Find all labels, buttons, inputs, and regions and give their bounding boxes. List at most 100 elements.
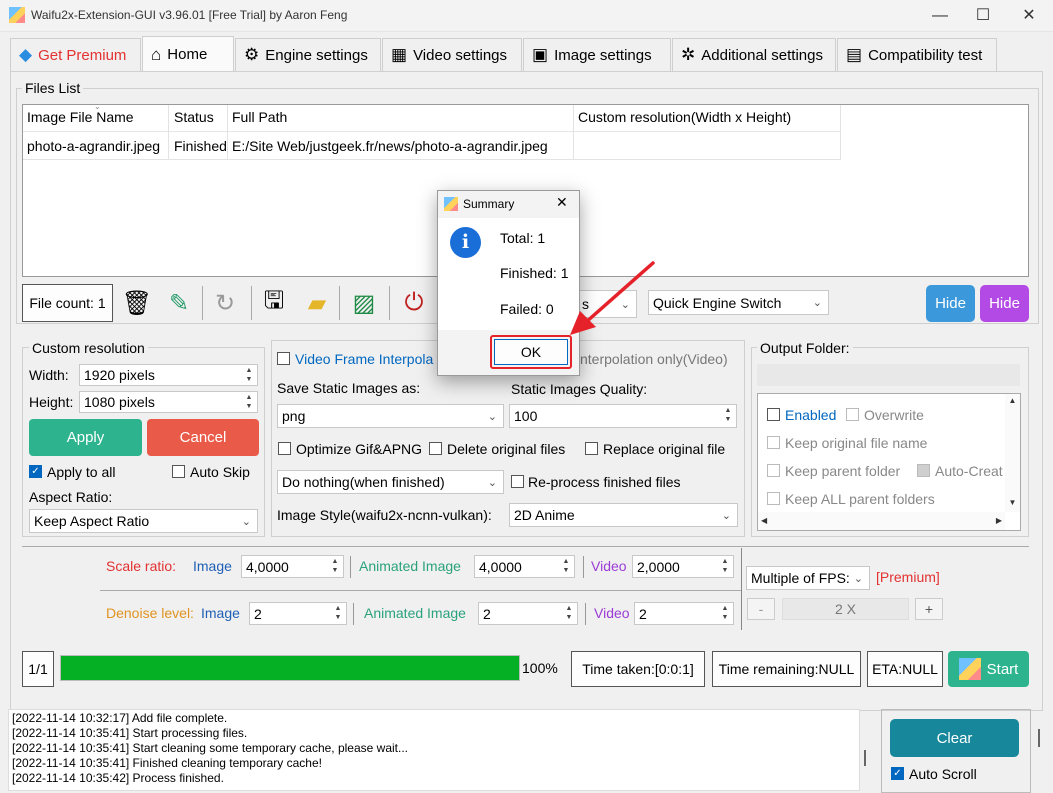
tab-image-settings[interactable]: ▣ Image settings <box>523 38 671 71</box>
trash-icon[interactable]: 🗑 <box>119 285 155 321</box>
column-header[interactable]: Status <box>174 109 214 125</box>
scale-anim-input[interactable]: 4,0000 ▲ ▼ <box>474 555 575 578</box>
optimize-gif-checkbox[interactable] <box>278 442 291 455</box>
overwrite-checkbox[interactable] <box>846 408 859 421</box>
spin-arrows-icon[interactable]: ▲ ▼ <box>719 557 731 575</box>
spin-arrows-icon[interactable]: ▲ ▼ <box>243 366 255 384</box>
clapper-icon: ▦ <box>391 45 408 64</box>
denoise-video-input[interactable]: 2 ▲ ▼ <box>634 602 734 625</box>
column-header[interactable]: Custom resolution(Width x Height) <box>578 109 791 125</box>
tab-home[interactable]: ⌂ Home <box>142 36 234 72</box>
fps-minus-button[interactable]: - <box>747 598 775 620</box>
width-value: 1920 pixels <box>84 367 155 383</box>
spin-arrows-icon[interactable]: ▲ ▼ <box>719 604 731 622</box>
quick-engine-switch[interactable]: Quick Engine Switch ⌄ <box>648 290 829 315</box>
denoise-anim-label: Animated Image <box>364 605 466 621</box>
delete-original-checkbox[interactable] <box>429 442 442 455</box>
save-icon[interactable]: 🖫 <box>256 285 292 321</box>
save-as-combo[interactable]: png ⌄ <box>277 404 504 428</box>
chevron-down-icon: ⌄ <box>853 572 863 585</box>
overwrite-label: Overwrite <box>864 407 924 423</box>
eraser-icon[interactable]: ✎ <box>161 285 197 321</box>
spin-arrows-icon[interactable]: ▲ ▼ <box>243 393 255 411</box>
column-header[interactable]: Image File Name <box>27 109 134 125</box>
tab-video-settings[interactable]: ▦ Video settings <box>382 38 522 71</box>
spin-arrows-icon[interactable]: ▲ ▼ <box>332 604 344 622</box>
quality-input[interactable]: 100 ▲ ▼ <box>509 404 737 428</box>
ok-button[interactable]: OK <box>494 339 568 365</box>
tab-engine-settings[interactable]: ⚙ Engine settings <box>235 38 381 71</box>
finish-action-combo[interactable]: Do nothing(when finished) ⌄ <box>277 470 504 494</box>
denoise-image-input[interactable]: 2 ▲ ▼ <box>249 602 347 625</box>
keep-parent-checkbox[interactable] <box>767 464 780 477</box>
vertical-scrollbar[interactable]: ▲ ▼ <box>1005 394 1020 512</box>
fps-plus-button[interactable]: + <box>915 598 943 620</box>
info-icon: i <box>450 227 481 258</box>
close-button[interactable]: ✕ <box>1006 0 1052 32</box>
reprocess-checkbox[interactable] <box>511 475 524 488</box>
spin-arrows-icon[interactable]: ▲ ▼ <box>329 557 341 575</box>
table-cell[interactable]: Finished <box>174 138 227 154</box>
tab-additional-settings[interactable]: ✲ Additional settings <box>672 38 836 71</box>
fps-combo[interactable]: Multiple of FPS: ⌄ <box>746 566 870 590</box>
keep-name-label: Keep original file name <box>785 435 928 451</box>
image-style-combo[interactable]: 2D Anime ⌄ <box>509 503 738 527</box>
finish-action-value: Do nothing(when finished) <box>282 474 445 490</box>
log-scrollbar[interactable] <box>864 750 866 766</box>
horizontal-scrollbar[interactable]: ◀ ▶ <box>758 512 1005 530</box>
tab-compatibility-test[interactable]: ▤ Compatibility test <box>837 38 997 71</box>
maximize-button[interactable]: ☐ <box>960 0 1006 32</box>
denoise-image-value: 2 <box>254 605 262 622</box>
table-cell[interactable]: photo-a-agrandir.jpeg <box>27 138 160 154</box>
aspect-ratio-combo[interactable]: Keep Aspect Ratio ⌄ <box>29 509 258 533</box>
start-button[interactable]: Start <box>948 651 1029 687</box>
apply-to-all-checkbox[interactable]: ✓ <box>29 465 42 478</box>
apply-button[interactable]: Apply <box>29 419 142 456</box>
scale-anim-label: Animated Image <box>359 558 461 574</box>
tab-label: Compatibility test <box>868 46 983 64</box>
spin-arrows-icon[interactable]: ▲ ▼ <box>563 604 575 622</box>
scale-image-input[interactable]: 4,0000 ▲ ▼ <box>241 555 344 578</box>
tab-label: Image settings <box>554 46 652 64</box>
width-input[interactable]: 1920 pixels ▲ ▼ <box>79 364 258 386</box>
output-folder-title: Output Folder: <box>757 340 853 356</box>
auto-create-checkbox[interactable] <box>917 464 930 477</box>
right-scrollbar[interactable] <box>1038 729 1040 747</box>
scale-video-input[interactable]: 2,0000 ▲ ▼ <box>632 555 734 578</box>
vfi-checkbox[interactable] <box>277 352 290 365</box>
chevron-down-icon: ⌄ <box>721 509 731 522</box>
premium-label: [Premium] <box>876 569 940 585</box>
cancel-button[interactable]: Cancel <box>147 419 259 456</box>
enabled-checkbox[interactable] <box>767 408 780 421</box>
column-header[interactable]: Full Path <box>232 109 287 125</box>
spin-arrows-icon[interactable]: ▲ ▼ <box>722 406 734 424</box>
keep-all-checkbox[interactable] <box>767 492 780 505</box>
power-monitor-icon[interactable]: ⏻ <box>396 285 432 321</box>
keep-name-checkbox[interactable] <box>767 436 780 449</box>
auto-scroll-checkbox[interactable]: ✓ <box>891 767 904 780</box>
fps-label: Multiple of FPS: <box>751 570 850 586</box>
scale-image-label: Image <box>193 558 232 574</box>
height-input[interactable]: 1080 pixels ▲ ▼ <box>79 391 258 413</box>
folder-icon[interactable]: ▰ <box>299 285 335 321</box>
hide-button-2[interactable]: Hide <box>980 285 1029 322</box>
minimize-button[interactable]: — <box>917 0 963 32</box>
gem-icon: ◆ <box>19 45 33 64</box>
refresh-icon[interactable]: ↻ <box>207 285 243 321</box>
vfi-only-label: nterpolation only(Video) <box>580 351 728 367</box>
hide-button-1[interactable]: Hide <box>926 285 975 322</box>
table-cell[interactable]: E:/Site Web/justgeek.fr/news/photo-a-agr… <box>232 138 548 154</box>
log-area[interactable]: [2022-11-14 10:32:17] Add file complete.… <box>8 709 860 791</box>
tab-get-premium[interactable]: ◆ Get Premium <box>10 38 141 71</box>
clear-button[interactable]: Clear <box>890 719 1019 757</box>
replace-original-checkbox[interactable] <box>585 442 598 455</box>
window-title: Waifu2x-Extension-GUI v3.96.01 [Free Tri… <box>31 8 348 22</box>
auto-skip-label: Auto Skip <box>190 464 250 480</box>
denoise-anim-input[interactable]: 2 ▲ ▼ <box>478 602 578 625</box>
quality-label: Static Images Quality: <box>511 381 648 397</box>
auto-skip-checkbox[interactable] <box>172 465 185 478</box>
spin-arrows-icon[interactable]: ▲ ▼ <box>560 557 572 575</box>
dialog-close-button[interactable]: ✕ <box>556 194 568 211</box>
output-folder-path[interactable] <box>757 364 1020 386</box>
add-image-icon[interactable]: ▨ <box>346 285 382 321</box>
